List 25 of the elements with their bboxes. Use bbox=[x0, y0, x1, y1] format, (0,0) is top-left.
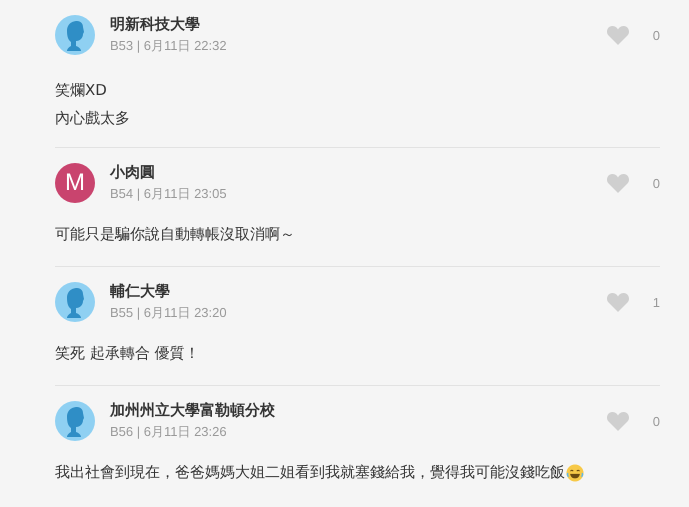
author-name: 小肉圓 bbox=[110, 163, 156, 182]
like-count: 0 bbox=[652, 414, 660, 428]
like-count: 0 bbox=[652, 176, 660, 190]
post-meta: B55 | 6月11日 23:20 bbox=[110, 304, 228, 322]
heart-icon[interactable] bbox=[606, 410, 630, 432]
author-name: 加州州立大學富勒頓分校 bbox=[110, 401, 276, 420]
avatar-icon bbox=[55, 282, 95, 322]
post-meta: B53 | 6月11日 22:32 bbox=[110, 37, 228, 55]
heart-icon[interactable] bbox=[606, 24, 630, 46]
comment-text: 笑死 起承轉合 優質！ bbox=[55, 344, 201, 363]
avatar-icon bbox=[55, 401, 95, 441]
comment-text: 可能只是騙你說自動轉帳沒取消啊～ bbox=[55, 225, 296, 244]
like-count: 0 bbox=[652, 28, 660, 42]
author-name: 輔仁大學 bbox=[110, 282, 171, 301]
comment-text: 我出社會到現在，爸爸媽媽大姐二姐看到我就塞錢給我，覺得我可能沒錢吃飯 bbox=[55, 463, 565, 482]
post-meta: B56 | 6月11日 23:26 bbox=[110, 423, 228, 441]
heart-icon[interactable] bbox=[606, 172, 630, 194]
heart-icon[interactable] bbox=[606, 291, 630, 313]
comment-text: 內心戲太多 bbox=[55, 109, 131, 128]
comment-text: 笑爛XD bbox=[55, 81, 108, 100]
avatar-icon bbox=[55, 15, 95, 55]
like-count: 1 bbox=[652, 294, 660, 310]
author-name: 明新科技大學 bbox=[110, 15, 201, 34]
post-meta: B54 | 6月11日 23:05 bbox=[110, 185, 228, 203]
avatar: M bbox=[55, 163, 95, 203]
